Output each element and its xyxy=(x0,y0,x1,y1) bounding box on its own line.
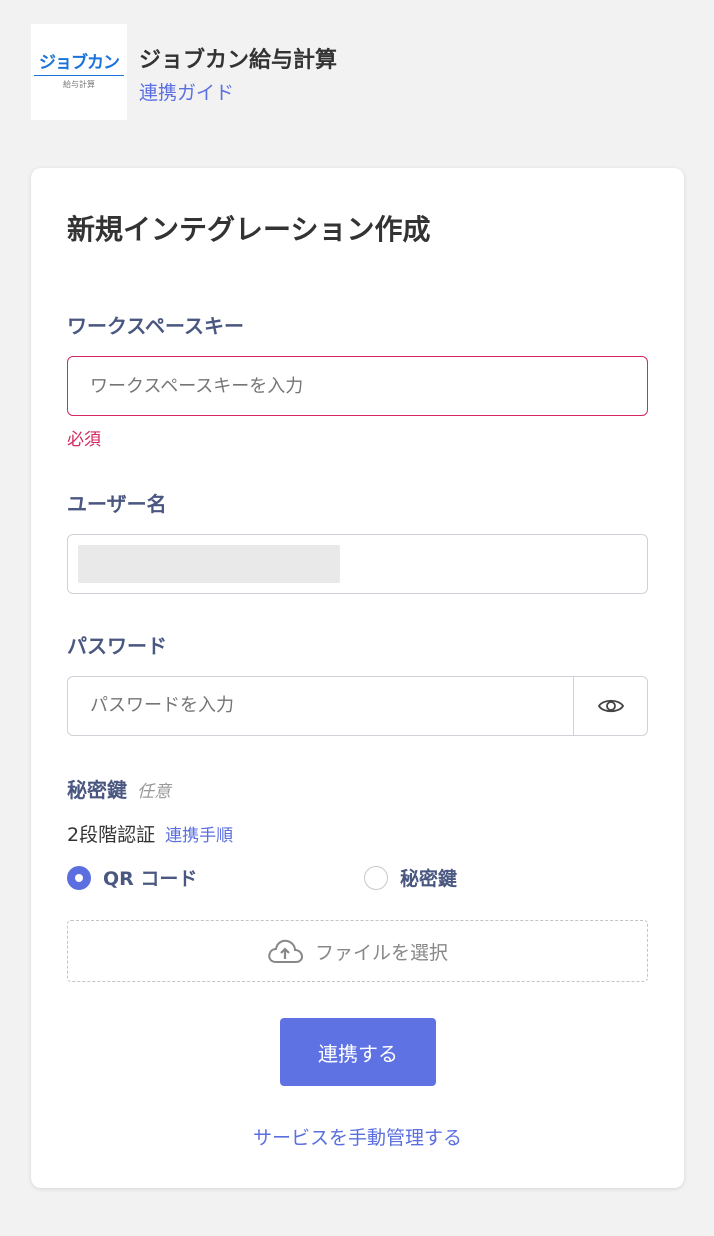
integration-form-card: 新規インテグレーション作成 ワークスペースキー 必須 ユーザー名 パスワード 秘… xyxy=(31,168,684,1188)
form-title: 新規インテグレーション作成 xyxy=(67,213,431,246)
connect-button[interactable]: 連携する xyxy=(280,1018,436,1086)
radio-qr-code-label: QR コード xyxy=(103,868,198,890)
integration-guide-link[interactable]: 連携ガイド xyxy=(139,78,234,105)
password-label: パスワード xyxy=(67,634,167,658)
radio-unselected-indicator xyxy=(364,865,388,890)
logo-main-text: ジョブカン xyxy=(39,53,120,73)
required-error-text: 必須 xyxy=(67,430,101,450)
username-label: ユーザー名 xyxy=(67,492,167,516)
app-title: ジョブカン給与計算 xyxy=(139,48,338,73)
radio-qr-code[interactable]: QR コード xyxy=(67,864,197,891)
two-factor-row: 2段階認証 連携手順 xyxy=(67,820,233,847)
secret-key-label: 秘密鍵 任意 xyxy=(67,774,171,803)
logo-divider xyxy=(34,75,124,76)
integration-steps-link[interactable]: 連携手順 xyxy=(165,826,233,846)
header: ジョブカン 給与計算 ジョブカン給与計算 連携ガイド xyxy=(31,24,631,120)
workspace-key-label: ワークスペースキー xyxy=(67,314,244,338)
eye-icon xyxy=(597,699,624,713)
secret-key-label-text: 秘密鍵 xyxy=(67,778,127,802)
radio-selected-indicator xyxy=(67,865,91,890)
redacted-username-value xyxy=(78,545,340,583)
file-select-label: ファイルを選択 xyxy=(314,941,448,964)
password-field xyxy=(67,676,648,736)
logo-sub-text: 給与計算 xyxy=(63,80,95,89)
two-factor-label: 2段階認証 xyxy=(67,824,156,846)
cloud-upload-icon xyxy=(268,939,303,963)
radio-secret-key[interactable]: 秘密鍵 xyxy=(364,864,457,891)
file-select-dropzone[interactable]: ファイルを選択 xyxy=(67,920,648,982)
radio-secret-key-label: 秘密鍵 xyxy=(400,868,458,890)
show-password-button[interactable] xyxy=(573,677,647,735)
optional-tag: 任意 xyxy=(137,782,171,802)
password-input[interactable] xyxy=(90,677,590,734)
app-logo: ジョブカン 給与計算 xyxy=(31,24,127,120)
username-input[interactable] xyxy=(67,534,648,594)
manual-management-link[interactable]: サービスを手動管理する xyxy=(31,1123,684,1150)
workspace-key-input[interactable] xyxy=(67,356,648,416)
